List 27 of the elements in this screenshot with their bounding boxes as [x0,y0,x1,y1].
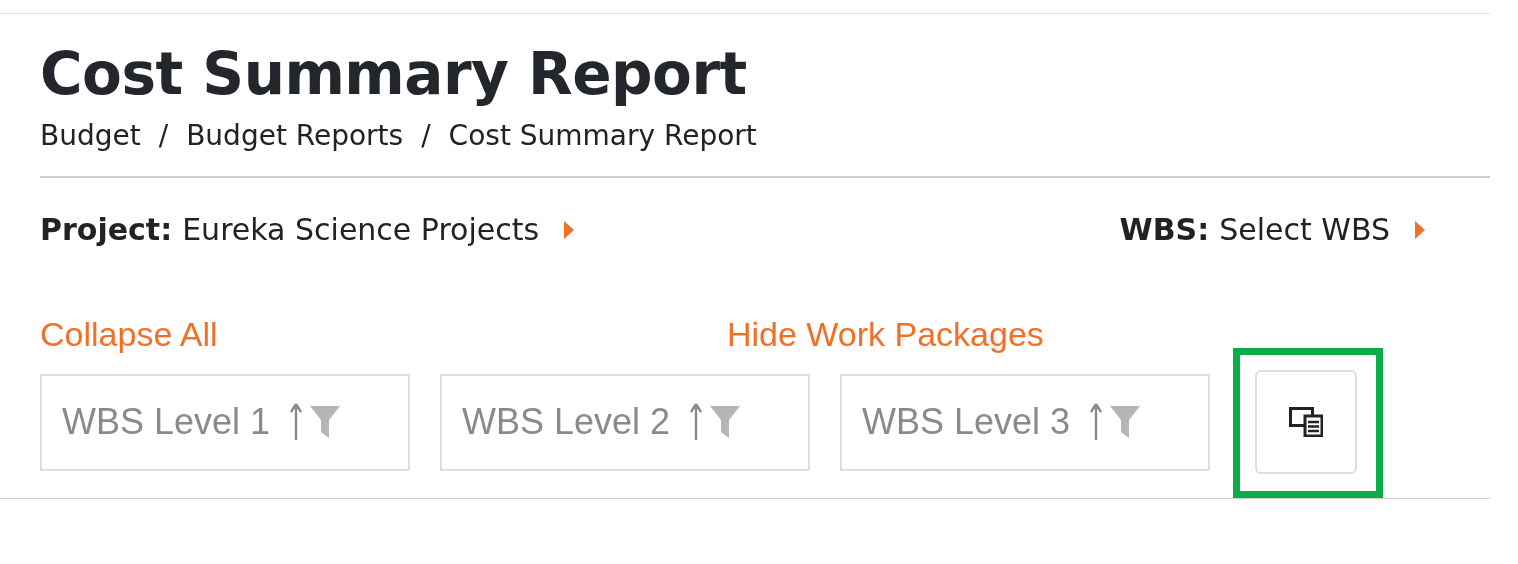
column-header[interactable]: WBS Level 1 [40,373,410,471]
selector-label: Project: [40,211,173,249]
caret-icon[interactable] [563,220,576,240]
breadcrumb-link[interactable]: Budget [40,116,141,156]
breadcrumb-link[interactable]: Budget Reports [186,116,404,156]
selector-value[interactable]: Eureka Science Projects [182,208,540,252]
column-chooser-button[interactable] [1255,370,1357,474]
sort-icon[interactable] [1090,403,1103,441]
page-title: Cost Summary Report [40,39,748,110]
filter-icon[interactable] [710,406,741,438]
filter-icon[interactable] [1110,406,1141,438]
column-header[interactable]: WBS Level 3 [840,373,1210,471]
selector-label: WBS: [1119,211,1210,249]
sort-icon[interactable] [290,403,303,441]
action-link[interactable]: Collapse All [40,314,727,354]
filter-icon[interactable] [310,406,341,438]
column-label: WBS Level 1 [62,401,271,443]
column-header[interactable]: WBS Level 2 [440,373,810,471]
caret-icon[interactable] [1414,220,1426,240]
action-link[interactable]: Hide Work Packages [727,314,1044,354]
column-label: WBS Level 3 [862,401,1071,443]
breadcrumb-separator: / [158,118,169,154]
sort-icon[interactable] [690,403,703,441]
breadcrumb-separator: / [421,118,431,154]
column-label: WBS Level 2 [462,401,671,443]
selector-value[interactable]: Select WBS [1219,208,1390,252]
columns-icon [1289,407,1323,437]
